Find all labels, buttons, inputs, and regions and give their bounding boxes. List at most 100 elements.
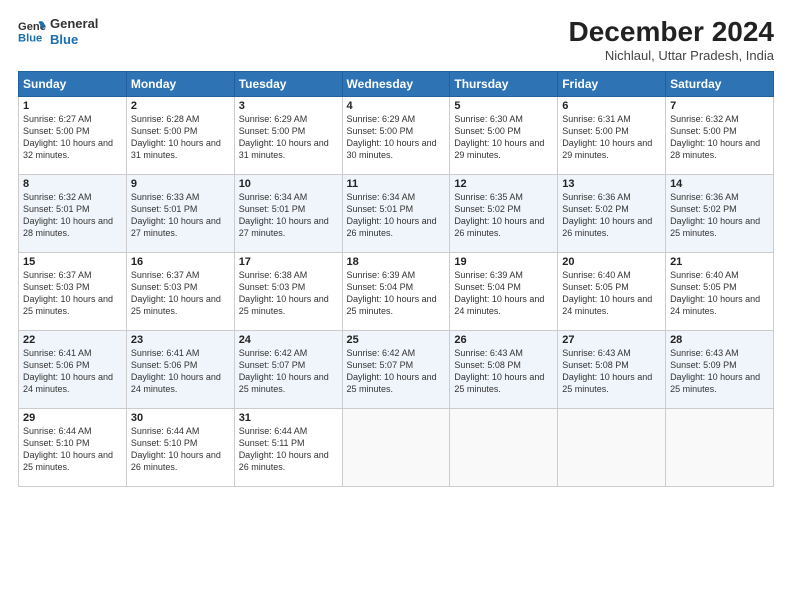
calendar-cell — [558, 409, 666, 487]
calendar-cell: 9 Sunrise: 6:33 AMSunset: 5:01 PMDayligh… — [126, 175, 234, 253]
calendar-cell: 11 Sunrise: 6:34 AMSunset: 5:01 PMDaylig… — [342, 175, 450, 253]
calendar-cell: 18 Sunrise: 6:39 AMSunset: 5:04 PMDaylig… — [342, 253, 450, 331]
day-number: 10 — [239, 178, 338, 190]
day-number: 4 — [347, 100, 446, 112]
calendar-cell: 23 Sunrise: 6:41 AMSunset: 5:06 PMDaylig… — [126, 331, 234, 409]
calendar-cell: 19 Sunrise: 6:39 AMSunset: 5:04 PMDaylig… — [450, 253, 558, 331]
day-number: 9 — [131, 178, 230, 190]
calendar-cell: 28 Sunrise: 6:43 AMSunset: 5:09 PMDaylig… — [666, 331, 774, 409]
logo-text-general: General — [50, 16, 98, 32]
calendar-cell: 1 Sunrise: 6:27 AMSunset: 5:00 PMDayligh… — [19, 97, 127, 175]
calendar-cell: 24 Sunrise: 6:42 AMSunset: 5:07 PMDaylig… — [234, 331, 342, 409]
day-number: 18 — [347, 256, 446, 268]
cell-content: Sunrise: 6:43 AMSunset: 5:08 PMDaylight:… — [562, 348, 652, 394]
cell-content: Sunrise: 6:41 AMSunset: 5:06 PMDaylight:… — [23, 348, 113, 394]
cell-content: Sunrise: 6:40 AMSunset: 5:05 PMDaylight:… — [562, 270, 652, 316]
subtitle: Nichlaul, Uttar Pradesh, India — [569, 48, 774, 63]
calendar-cell: 3 Sunrise: 6:29 AMSunset: 5:00 PMDayligh… — [234, 97, 342, 175]
cell-content: Sunrise: 6:44 AMSunset: 5:10 PMDaylight:… — [23, 426, 113, 472]
calendar-cell: 31 Sunrise: 6:44 AMSunset: 5:11 PMDaylig… — [234, 409, 342, 487]
col-wednesday: Wednesday — [342, 72, 450, 97]
cell-content: Sunrise: 6:38 AMSunset: 5:03 PMDaylight:… — [239, 270, 329, 316]
day-number: 12 — [454, 178, 553, 190]
cell-content: Sunrise: 6:34 AMSunset: 5:01 PMDaylight:… — [239, 192, 329, 238]
col-monday: Monday — [126, 72, 234, 97]
week-row-5: 29 Sunrise: 6:44 AMSunset: 5:10 PMDaylig… — [19, 409, 774, 487]
day-number: 5 — [454, 100, 553, 112]
day-number: 29 — [23, 412, 122, 424]
cell-content: Sunrise: 6:29 AMSunset: 5:00 PMDaylight:… — [239, 114, 329, 160]
header: General Blue General Blue December 2024 … — [18, 16, 774, 63]
col-tuesday: Tuesday — [234, 72, 342, 97]
cell-content: Sunrise: 6:37 AMSunset: 5:03 PMDaylight:… — [23, 270, 113, 316]
calendar-cell: 27 Sunrise: 6:43 AMSunset: 5:08 PMDaylig… — [558, 331, 666, 409]
cell-content: Sunrise: 6:32 AMSunset: 5:01 PMDaylight:… — [23, 192, 113, 238]
cell-content: Sunrise: 6:33 AMSunset: 5:01 PMDaylight:… — [131, 192, 221, 238]
col-friday: Friday — [558, 72, 666, 97]
week-row-3: 15 Sunrise: 6:37 AMSunset: 5:03 PMDaylig… — [19, 253, 774, 331]
cell-content: Sunrise: 6:44 AMSunset: 5:11 PMDaylight:… — [239, 426, 329, 472]
cell-content: Sunrise: 6:43 AMSunset: 5:09 PMDaylight:… — [670, 348, 760, 394]
cell-content: Sunrise: 6:42 AMSunset: 5:07 PMDaylight:… — [239, 348, 329, 394]
cell-content: Sunrise: 6:39 AMSunset: 5:04 PMDaylight:… — [347, 270, 437, 316]
day-number: 31 — [239, 412, 338, 424]
cell-content: Sunrise: 6:37 AMSunset: 5:03 PMDaylight:… — [131, 270, 221, 316]
header-row: Sunday Monday Tuesday Wednesday Thursday… — [19, 72, 774, 97]
cell-content: Sunrise: 6:42 AMSunset: 5:07 PMDaylight:… — [347, 348, 437, 394]
day-number: 20 — [562, 256, 661, 268]
day-number: 3 — [239, 100, 338, 112]
logo-text-blue: Blue — [50, 32, 98, 48]
calendar-cell: 17 Sunrise: 6:38 AMSunset: 5:03 PMDaylig… — [234, 253, 342, 331]
day-number: 17 — [239, 256, 338, 268]
calendar-cell — [666, 409, 774, 487]
cell-content: Sunrise: 6:36 AMSunset: 5:02 PMDaylight:… — [670, 192, 760, 238]
cell-content: Sunrise: 6:36 AMSunset: 5:02 PMDaylight:… — [562, 192, 652, 238]
calendar-cell: 14 Sunrise: 6:36 AMSunset: 5:02 PMDaylig… — [666, 175, 774, 253]
day-number: 28 — [670, 334, 769, 346]
cell-content: Sunrise: 6:40 AMSunset: 5:05 PMDaylight:… — [670, 270, 760, 316]
cell-content: Sunrise: 6:27 AMSunset: 5:00 PMDaylight:… — [23, 114, 113, 160]
day-number: 6 — [562, 100, 661, 112]
week-row-1: 1 Sunrise: 6:27 AMSunset: 5:00 PMDayligh… — [19, 97, 774, 175]
col-saturday: Saturday — [666, 72, 774, 97]
day-number: 25 — [347, 334, 446, 346]
calendar-cell: 7 Sunrise: 6:32 AMSunset: 5:00 PMDayligh… — [666, 97, 774, 175]
calendar-cell: 25 Sunrise: 6:42 AMSunset: 5:07 PMDaylig… — [342, 331, 450, 409]
calendar-cell: 29 Sunrise: 6:44 AMSunset: 5:10 PMDaylig… — [19, 409, 127, 487]
calendar-cell: 5 Sunrise: 6:30 AMSunset: 5:00 PMDayligh… — [450, 97, 558, 175]
calendar-cell — [450, 409, 558, 487]
week-row-2: 8 Sunrise: 6:32 AMSunset: 5:01 PMDayligh… — [19, 175, 774, 253]
main-title: December 2024 — [569, 16, 774, 48]
day-number: 1 — [23, 100, 122, 112]
day-number: 14 — [670, 178, 769, 190]
cell-content: Sunrise: 6:29 AMSunset: 5:00 PMDaylight:… — [347, 114, 437, 160]
calendar-cell: 4 Sunrise: 6:29 AMSunset: 5:00 PMDayligh… — [342, 97, 450, 175]
calendar-cell: 2 Sunrise: 6:28 AMSunset: 5:00 PMDayligh… — [126, 97, 234, 175]
calendar-cell: 6 Sunrise: 6:31 AMSunset: 5:00 PMDayligh… — [558, 97, 666, 175]
calendar-cell: 16 Sunrise: 6:37 AMSunset: 5:03 PMDaylig… — [126, 253, 234, 331]
cell-content: Sunrise: 6:34 AMSunset: 5:01 PMDaylight:… — [347, 192, 437, 238]
calendar-cell: 30 Sunrise: 6:44 AMSunset: 5:10 PMDaylig… — [126, 409, 234, 487]
cell-content: Sunrise: 6:28 AMSunset: 5:00 PMDaylight:… — [131, 114, 221, 160]
calendar-table: Sunday Monday Tuesday Wednesday Thursday… — [18, 71, 774, 487]
day-number: 22 — [23, 334, 122, 346]
logo-icon: General Blue — [18, 18, 46, 46]
day-number: 27 — [562, 334, 661, 346]
week-row-4: 22 Sunrise: 6:41 AMSunset: 5:06 PMDaylig… — [19, 331, 774, 409]
day-number: 13 — [562, 178, 661, 190]
cell-content: Sunrise: 6:39 AMSunset: 5:04 PMDaylight:… — [454, 270, 544, 316]
title-block: December 2024 Nichlaul, Uttar Pradesh, I… — [569, 16, 774, 63]
day-number: 8 — [23, 178, 122, 190]
day-number: 15 — [23, 256, 122, 268]
cell-content: Sunrise: 6:31 AMSunset: 5:00 PMDaylight:… — [562, 114, 652, 160]
day-number: 11 — [347, 178, 446, 190]
day-number: 16 — [131, 256, 230, 268]
day-number: 26 — [454, 334, 553, 346]
calendar-cell: 8 Sunrise: 6:32 AMSunset: 5:01 PMDayligh… — [19, 175, 127, 253]
cell-content: Sunrise: 6:41 AMSunset: 5:06 PMDaylight:… — [131, 348, 221, 394]
calendar-cell: 22 Sunrise: 6:41 AMSunset: 5:06 PMDaylig… — [19, 331, 127, 409]
logo: General Blue General Blue — [18, 16, 98, 47]
calendar-cell — [342, 409, 450, 487]
cell-content: Sunrise: 6:44 AMSunset: 5:10 PMDaylight:… — [131, 426, 221, 472]
day-number: 24 — [239, 334, 338, 346]
